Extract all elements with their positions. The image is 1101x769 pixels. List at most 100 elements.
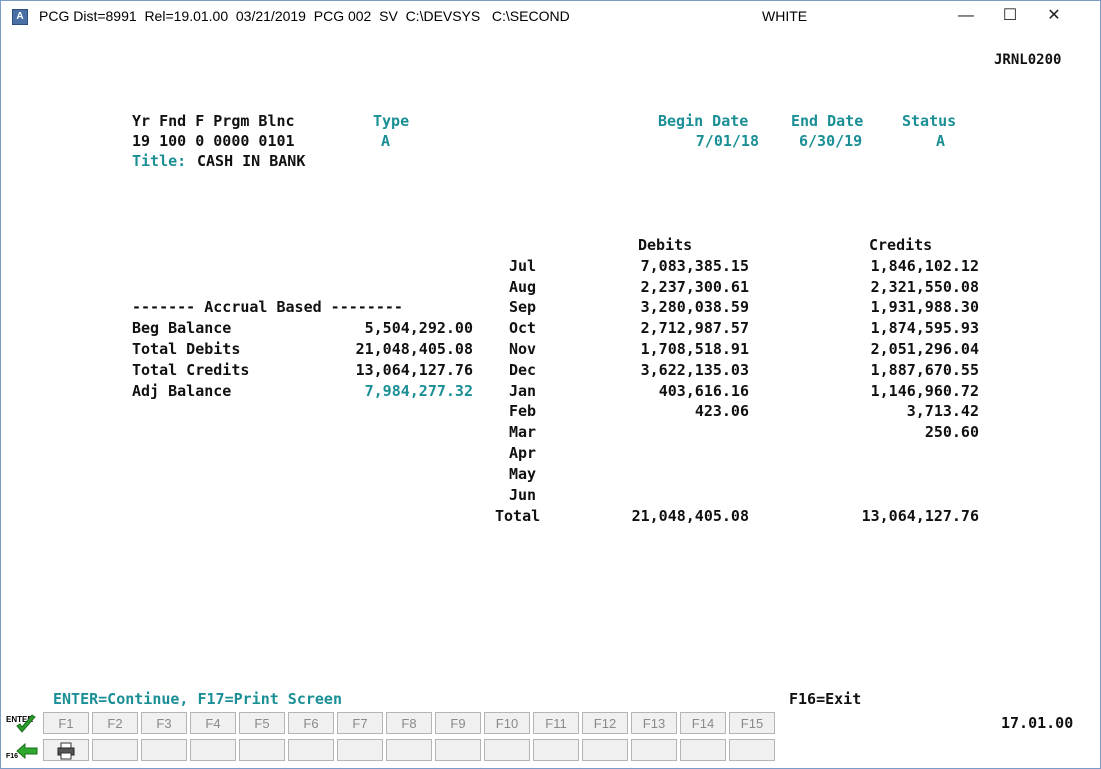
blank-key[interactable] <box>92 739 138 761</box>
month-debit: 3,280,038.59 <box>640 298 749 316</box>
month-credit: 2,321,550.08 <box>870 278 979 296</box>
window-user: WHITE <box>762 8 808 24</box>
f14-key[interactable]: F14 <box>680 712 726 734</box>
month-debit: 3,622,135.03 <box>640 361 749 379</box>
blank-key[interactable] <box>435 739 481 761</box>
f7-key[interactable]: F7 <box>337 712 383 734</box>
month-credit: 1,146,960.72 <box>870 382 979 400</box>
month-label: Feb <box>509 402 537 420</box>
exit-hint: F16=Exit <box>789 690 862 708</box>
status-value: A <box>936 132 946 150</box>
month-credit: 250.60 <box>924 423 979 441</box>
month-credit: 2,051,296.04 <box>870 340 979 358</box>
f10-key[interactable]: F10 <box>484 712 530 734</box>
month-credit: 1,887,670.55 <box>870 361 979 379</box>
blank-key[interactable] <box>729 739 775 761</box>
blank-key[interactable] <box>631 739 677 761</box>
print-screen-button[interactable] <box>43 739 89 761</box>
month-label: Sep <box>509 298 537 316</box>
f4-key[interactable]: F4 <box>190 712 236 734</box>
f8-key[interactable]: F8 <box>386 712 432 734</box>
blank-key[interactable] <box>582 739 628 761</box>
window-title: PCG Dist=8991 Rel=19.01.00 03/21/2019 PC… <box>39 8 570 24</box>
back-arrow-icon <box>16 742 38 760</box>
month-label: Jan <box>509 382 537 400</box>
end-date-label: End Date <box>791 112 864 130</box>
f12-key[interactable]: F12 <box>582 712 628 734</box>
maximize-button[interactable]: ☐ <box>988 4 1032 28</box>
month-credit: 1,874,595.93 <box>870 319 979 337</box>
month-credit: 1,846,102.12 <box>870 257 979 275</box>
f15-key[interactable]: F15 <box>729 712 775 734</box>
enter-key-button[interactable]: ENTER <box>5 713 39 735</box>
blank-key[interactable] <box>484 739 530 761</box>
blank-key[interactable] <box>288 739 334 761</box>
app-window: A PCG Dist=8991 Rel=19.01.00 03/21/2019 … <box>0 0 1101 769</box>
f16-key-label: F16 <box>6 753 18 760</box>
app-icon[interactable]: A <box>12 9 28 25</box>
total-credit: 13,064,127.76 <box>861 507 979 525</box>
month-label: Aug <box>509 278 537 296</box>
f6-key[interactable]: F6 <box>288 712 334 734</box>
month-debit: 2,712,987.57 <box>640 319 749 337</box>
month-label: May <box>509 465 537 483</box>
debits-header: Debits <box>638 236 693 254</box>
adj-balance-value: 7,984,277.32 <box>364 382 473 400</box>
close-button[interactable]: ✕ <box>1032 4 1076 28</box>
function-key-hint: ENTER=Continue, F17=Print Screen <box>53 690 342 708</box>
total-label: Total <box>495 507 541 525</box>
blank-key[interactable] <box>337 739 383 761</box>
total-debit: 21,048,405.08 <box>631 507 749 525</box>
total-debits-value: 21,048,405.08 <box>355 340 473 358</box>
f5-key[interactable]: F5 <box>239 712 285 734</box>
blank-key[interactable] <box>141 739 187 761</box>
f3-key[interactable]: F3 <box>141 712 187 734</box>
f13-key[interactable]: F13 <box>631 712 677 734</box>
type-value: A <box>381 132 391 150</box>
month-debit: 423.06 <box>694 402 749 420</box>
f11-key[interactable]: F11 <box>533 712 579 734</box>
month-label: Jul <box>509 257 537 275</box>
minimize-button[interactable]: — <box>944 4 988 28</box>
adj-balance-label: Adj Balance <box>132 382 232 400</box>
f9-key[interactable]: F9 <box>435 712 481 734</box>
blank-key[interactable] <box>239 739 285 761</box>
fkey-row-top: F1 F2 F3 F4 F5 F6 F7 F8 F9 F10 F11 F12 F… <box>43 712 778 736</box>
account-value: 19 100 0 0000 0101 <box>132 132 295 150</box>
beg-balance-value: 5,504,292.00 <box>364 319 473 337</box>
blank-key[interactable] <box>386 739 432 761</box>
month-label: Jun <box>509 486 537 504</box>
title-value: CASH IN BANK <box>197 152 306 170</box>
blank-key[interactable] <box>680 739 726 761</box>
version-number: 17.01.00 <box>1001 714 1074 732</box>
month-credit: 1,931,988.30 <box>870 298 979 316</box>
month-label: Mar <box>509 423 537 441</box>
month-debit: 1,708,518.91 <box>640 340 749 358</box>
accrual-heading: ------- Accrual Based -------- <box>132 298 403 316</box>
month-credit: 3,713.42 <box>906 402 979 420</box>
title-label: Title: <box>132 152 187 170</box>
f2-key[interactable]: F2 <box>92 712 138 734</box>
total-credits-label: Total Credits <box>132 361 250 379</box>
status-label: Status <box>902 112 957 130</box>
printer-icon <box>57 742 75 760</box>
fkey-row-bottom <box>43 739 778 763</box>
f1-key[interactable]: F1 <box>43 712 89 734</box>
blank-key[interactable] <box>533 739 579 761</box>
month-debit: 7,083,385.15 <box>640 257 749 275</box>
beg-balance-label: Beg Balance <box>132 319 232 337</box>
month-label: Nov <box>509 340 537 358</box>
begin-date-label: Begin Date <box>658 112 749 130</box>
end-date-value: 6/30/19 <box>799 132 863 150</box>
total-debits-label: Total Debits <box>132 340 241 358</box>
screen-id: JRNL0200 <box>994 52 1062 68</box>
credits-header: Credits <box>869 236 933 254</box>
type-label: Type <box>373 112 410 130</box>
total-credits-value: 13,064,127.76 <box>355 361 473 379</box>
title-bar: A PCG Dist=8991 Rel=19.01.00 03/21/2019 … <box>1 1 1100 31</box>
begin-date-value: 7/01/18 <box>695 132 759 150</box>
account-label: Yr Fnd F Prgm Blnc <box>132 112 295 130</box>
month-debit: 403,616.16 <box>658 382 749 400</box>
f16-exit-button[interactable]: F16 <box>5 739 39 761</box>
blank-key[interactable] <box>190 739 236 761</box>
